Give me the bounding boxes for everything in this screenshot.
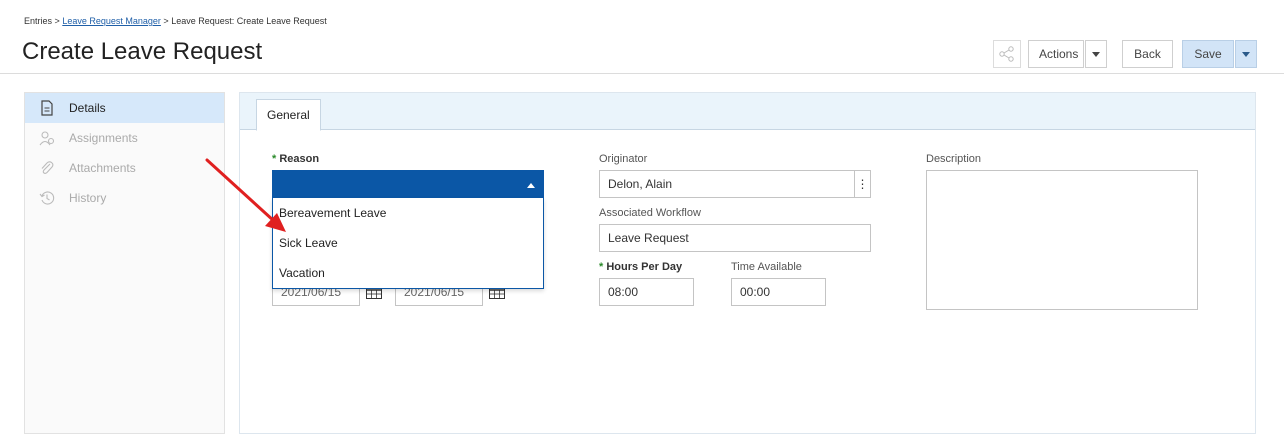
chevron-up-icon (527, 183, 535, 188)
sidebar-item-attachments[interactable]: Attachments (25, 153, 224, 183)
associated-workflow-field[interactable]: Leave Request (599, 224, 871, 252)
sidebar-item-history[interactable]: History (25, 183, 224, 213)
reason-select-value (273, 177, 281, 191)
sidebar-item-label: Assignments (69, 131, 138, 145)
save-button[interactable]: Save (1182, 40, 1234, 68)
reason-dropdown: Bereavement Leave Sick Leave Vacation (272, 198, 544, 289)
tab-general[interactable]: General (256, 99, 321, 131)
history-icon (39, 191, 55, 205)
back-button[interactable]: Back (1122, 40, 1173, 68)
reason-label-text: Reason (279, 153, 320, 165)
description-textarea[interactable] (926, 170, 1198, 310)
breadcrumb-current: Leave Request: Create Leave Request (171, 16, 327, 26)
sidebar-item-details[interactable]: Details (25, 93, 224, 123)
actions-dropdown-button[interactable] (1085, 40, 1107, 68)
time-available-label: Time Available (731, 261, 802, 273)
originator-value: Delon, Alain (608, 177, 673, 191)
required-marker: * (272, 153, 277, 165)
hours-per-day-field[interactable]: 08:00 (599, 278, 694, 306)
actions-button[interactable]: Actions (1028, 40, 1084, 68)
sidebar-item-label: Details (69, 101, 106, 115)
dropdown-option-vacation[interactable]: Vacation (273, 258, 543, 288)
sidebar: Details Assignments Attachments History (24, 92, 225, 434)
people-icon (39, 131, 55, 146)
reason-label: * Reason (272, 153, 319, 165)
save-dropdown-button[interactable] (1235, 40, 1257, 68)
originator-label: Originator (599, 153, 648, 165)
chevron-down-icon (1092, 52, 1100, 57)
header-divider (0, 73, 1284, 74)
paperclip-icon (41, 161, 54, 174)
more-options-icon[interactable]: ⋮ (854, 171, 870, 197)
sidebar-item-label: Attachments (69, 161, 136, 175)
share-button[interactable] (993, 40, 1021, 68)
breadcrumb-link-leave-request-manager[interactable]: Leave Request Manager (62, 16, 161, 26)
associated-workflow-label: Associated Workflow (599, 207, 701, 219)
sidebar-item-label: History (69, 191, 107, 205)
document-icon (41, 100, 53, 116)
dropdown-option-sick-leave[interactable]: Sick Leave (273, 228, 543, 258)
time-available-field[interactable]: 00:00 (731, 278, 826, 306)
hours-per-day-label: * Hours Per Day (599, 261, 682, 273)
required-marker: * (599, 261, 604, 273)
hours-per-day-label-text: Hours Per Day (606, 261, 683, 273)
breadcrumb: Entries > Leave Request Manager > Leave … (24, 16, 327, 26)
tab-bar: General (240, 93, 1255, 131)
originator-field[interactable]: Delon, Alain ⋮ (599, 170, 871, 198)
share-icon (999, 46, 1014, 62)
chevron-down-icon (1242, 52, 1250, 57)
breadcrumb-separator: > (163, 16, 169, 26)
breadcrumb-root: Entries (24, 16, 53, 26)
breadcrumb-separator: > (54, 16, 60, 26)
reason-select[interactable] (272, 170, 544, 198)
description-label: Description (926, 153, 982, 165)
toolbar: Actions Back Save (0, 40, 1284, 70)
sidebar-item-assignments[interactable]: Assignments (25, 123, 224, 153)
dropdown-option-bereavement-leave[interactable]: Bereavement Leave (273, 198, 543, 228)
